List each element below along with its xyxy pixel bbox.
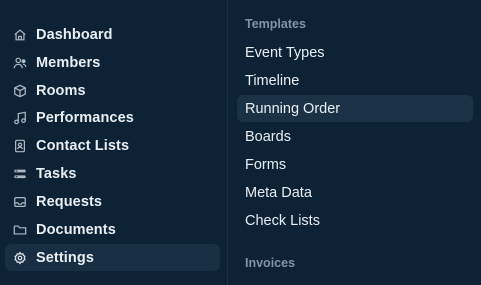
sidebar-item-settings[interactable]: Settings <box>5 244 220 271</box>
templates-section-title: Templates <box>245 17 306 31</box>
sidebar-item-documents[interactable]: Documents <box>5 216 220 243</box>
sidebar-item-performances[interactable]: Performances <box>5 104 220 131</box>
sidebar-item-rooms[interactable]: Rooms <box>5 77 220 104</box>
settings-item-timeline[interactable]: Timeline <box>237 67 473 94</box>
sidebar-item-label: Contact Lists <box>36 137 130 154</box>
settings-item-label: Boards <box>245 128 291 145</box>
settings-panel: Templates Event Types Timeline Running O… <box>229 0 481 285</box>
invoices-section-title: Invoices <box>245 256 296 270</box>
folder-icon <box>13 223 27 237</box>
sidebar-item-members[interactable]: Members <box>5 49 220 76</box>
sidebar-item-requests[interactable]: Requests <box>5 188 220 215</box>
task-list-icon <box>13 167 27 181</box>
settings-item-label: Forms <box>245 156 287 173</box>
home-icon <box>13 28 27 42</box>
settings-item-meta-data[interactable]: Meta Data <box>237 179 473 206</box>
users-icon <box>13 56 27 70</box>
cube-icon <box>13 84 27 98</box>
settings-item-label: Event Types <box>245 44 325 61</box>
sidebar-item-label: Settings <box>36 249 94 266</box>
settings-item-event-types[interactable]: Event Types <box>237 39 473 66</box>
gear-icon <box>13 251 27 265</box>
settings-item-check-lists[interactable]: Check Lists <box>237 207 473 234</box>
sidebar-item-label: Members <box>36 54 101 71</box>
music-note-icon <box>13 111 27 125</box>
sidebar-item-label: Rooms <box>36 82 86 99</box>
sidebar-item-tasks[interactable]: Tasks <box>5 160 220 187</box>
settings-item-forms[interactable]: Forms <box>237 151 473 178</box>
sidebar-item-dashboard[interactable]: Dashboard <box>5 21 220 48</box>
main-sidebar: Dashboard Members Rooms Performances Con… <box>0 0 228 285</box>
settings-item-label: Meta Data <box>245 184 312 201</box>
sidebar-item-label: Documents <box>36 221 116 238</box>
settings-item-boards[interactable]: Boards <box>237 123 473 150</box>
inbox-icon <box>13 195 27 209</box>
settings-item-label: Running Order <box>245 100 341 117</box>
sidebar-item-label: Tasks <box>36 165 77 182</box>
settings-item-label: Timeline <box>245 72 300 89</box>
contact-book-icon <box>13 139 27 153</box>
sidebar-item-contact-lists[interactable]: Contact Lists <box>5 132 220 159</box>
settings-item-label: Check Lists <box>245 212 320 229</box>
sidebar-item-label: Dashboard <box>36 26 113 43</box>
sidebar-item-label: Requests <box>36 193 103 210</box>
sidebar-item-label: Performances <box>36 109 134 126</box>
settings-item-running-order[interactable]: Running Order <box>237 95 473 122</box>
